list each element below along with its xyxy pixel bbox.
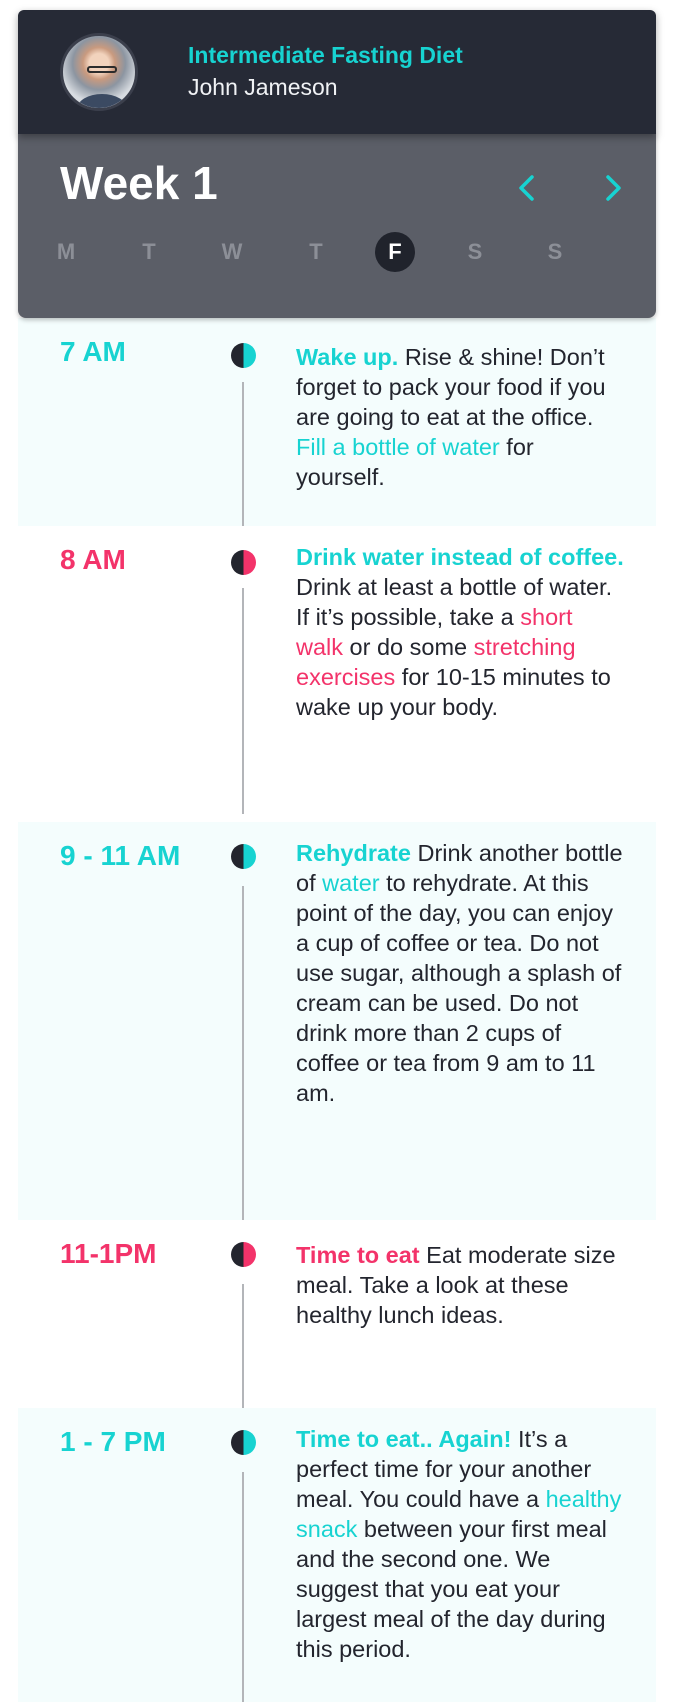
timeline-line bbox=[242, 886, 244, 1220]
schedule-item: 9 - 11 AM Rehydrate Drink another bottle… bbox=[18, 822, 656, 1220]
schedule-item: 8 AM Drink water instead of coffee. Drin… bbox=[18, 526, 656, 822]
schedule-text: Drink water instead of coffee. Drink at … bbox=[296, 542, 626, 722]
day-tuesday[interactable]: T bbox=[129, 232, 169, 272]
half-dot-teal-icon bbox=[231, 343, 256, 368]
half-dot-pink-icon bbox=[231, 550, 256, 575]
schedule-time: 8 AM bbox=[60, 544, 126, 575]
day-selector: M T W T F S S bbox=[18, 232, 656, 276]
avatar-glasses bbox=[87, 66, 117, 73]
timeline-line bbox=[242, 1472, 244, 1702]
next-week-button[interactable] bbox=[598, 170, 628, 206]
day-saturday[interactable]: S bbox=[455, 232, 495, 272]
schedule-time: 1 - 7 PM bbox=[60, 1426, 166, 1457]
chevron-right-icon bbox=[606, 175, 621, 201]
schedule-heading: Rehydrate bbox=[296, 840, 411, 866]
schedule-item: 11-1PM Time to eat Eat moderate size mea… bbox=[18, 1220, 656, 1408]
chevron-left-icon bbox=[519, 175, 534, 201]
schedule-text: Wake up. Rise & shine! Don’t forget to p… bbox=[296, 342, 626, 492]
schedule-text: Time to eat Eat moderate size meal. Take… bbox=[296, 1240, 626, 1330]
timeline-line bbox=[242, 588, 244, 814]
timeline-line bbox=[242, 382, 244, 526]
schedule-heading: Drink water instead of coffee. bbox=[296, 544, 624, 570]
avatar[interactable] bbox=[60, 33, 138, 111]
schedule-link[interactable]: water bbox=[322, 870, 379, 896]
timeline-line bbox=[242, 1284, 244, 1408]
day-wednesday[interactable]: W bbox=[212, 232, 252, 272]
schedule-time: 11-1PM bbox=[60, 1238, 157, 1269]
schedule-item: 1 - 7 PM Time to eat.. Again! It’s a per… bbox=[18, 1408, 656, 1702]
day-friday[interactable]: F bbox=[375, 232, 415, 272]
schedule-time: 7 AM bbox=[60, 336, 126, 367]
schedule-link[interactable]: Fill a bottle of water bbox=[296, 434, 500, 460]
avatar-shirt bbox=[77, 94, 127, 108]
user-name: John Jameson bbox=[188, 74, 338, 100]
schedule-heading: Time to eat bbox=[296, 1242, 420, 1268]
half-dot-pink-icon bbox=[231, 1242, 256, 1267]
schedule-heading: Time to eat.. Again! bbox=[296, 1426, 512, 1452]
schedule-text: Time to eat.. Again! It’s a perfect time… bbox=[296, 1424, 626, 1664]
plan-title: Intermediate Fasting Diet bbox=[188, 42, 463, 68]
profile-header: Intermediate Fasting Diet John Jameson bbox=[18, 10, 656, 134]
day-sunday[interactable]: S bbox=[535, 232, 575, 272]
week-selector: Week 1 M T W T F S S bbox=[18, 132, 656, 318]
day-thursday[interactable]: T bbox=[296, 232, 336, 272]
schedule-body-text: to rehydrate. At this point of the day, … bbox=[296, 870, 622, 1106]
week-title: Week 1 bbox=[60, 157, 218, 209]
schedule-text: Rehydrate Drink another bottle of water … bbox=[296, 838, 626, 1108]
schedule-item: 7 AM Wake up. Rise & shine! Don’t forget… bbox=[18, 318, 656, 526]
schedule-time: 9 - 11 AM bbox=[60, 840, 181, 871]
half-dot-teal-icon bbox=[231, 844, 256, 869]
schedule-body-text: or do some bbox=[343, 634, 474, 660]
schedule-heading: Wake up. bbox=[296, 344, 399, 370]
previous-week-button[interactable] bbox=[512, 170, 542, 206]
half-dot-teal-icon bbox=[231, 1430, 256, 1455]
day-monday[interactable]: M bbox=[46, 232, 86, 272]
